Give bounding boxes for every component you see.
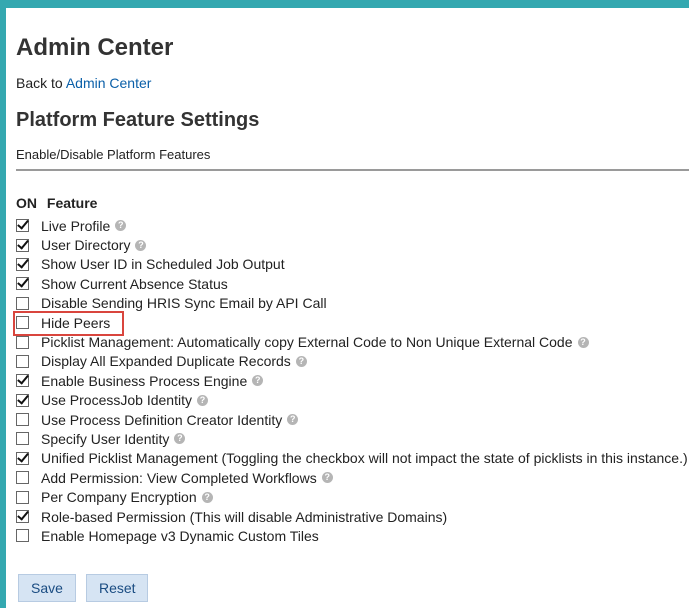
feature-checkbox[interactable] bbox=[16, 277, 29, 291]
feature-row: Per Company Encryption? bbox=[16, 487, 688, 506]
help-icon[interactable]: ? bbox=[115, 220, 127, 232]
feature-row: Enable Homepage v3 Dynamic Custom Tiles bbox=[16, 526, 688, 545]
feature-checkbox[interactable] bbox=[16, 316, 29, 330]
feature-label: Role-based Permission (This will disable… bbox=[41, 508, 448, 525]
feature-row: Specify User Identity? bbox=[16, 429, 688, 448]
feature-label: Use ProcessJob Identity bbox=[41, 392, 192, 409]
feature-label: User Directory bbox=[41, 237, 131, 254]
feature-checkbox[interactable] bbox=[16, 296, 29, 310]
column-header-on: ON bbox=[16, 195, 37, 211]
feature-row: User Directory? bbox=[16, 235, 688, 254]
feature-checkbox[interactable] bbox=[16, 374, 29, 388]
feature-row: Picklist Management: Automatically copy … bbox=[16, 332, 688, 351]
feature-label: Enable Business Process Engine bbox=[41, 372, 248, 389]
feature-checkbox[interactable] bbox=[16, 257, 29, 271]
feature-row: Hide Peers bbox=[13, 310, 688, 336]
feature-checkbox[interactable] bbox=[16, 471, 29, 485]
feature-label: Show User ID in Scheduled Job Output bbox=[41, 256, 285, 273]
feature-label: Show Current Absence Status bbox=[41, 275, 228, 292]
feature-checkbox[interactable] bbox=[16, 451, 29, 465]
feature-row: Enable Business Process Engine? bbox=[16, 371, 688, 390]
feature-list: Live Profile? User Directory? Show User ID… bbox=[13, 216, 688, 546]
feature-label: Picklist Management: Automatically copy … bbox=[41, 334, 573, 351]
feature-label: Unified Picklist Management (Toggling th… bbox=[41, 450, 688, 467]
column-header-feature: Feature bbox=[46, 195, 98, 211]
feature-label: Specify User Identity bbox=[41, 430, 170, 447]
feature-checkbox[interactable] bbox=[16, 413, 29, 427]
back-link-row: Back to Admin Center bbox=[16, 75, 151, 91]
feature-label: Enable Homepage v3 Dynamic Custom Tiles bbox=[41, 527, 319, 544]
feature-label: Disable Sending HRIS Sync Email by API C… bbox=[41, 295, 327, 312]
back-prefix: Back to bbox=[16, 75, 63, 91]
feature-row: Show User ID in Scheduled Job Output bbox=[16, 255, 688, 274]
feature-row: Use ProcessJob Identity? bbox=[16, 391, 688, 410]
admin-center-link[interactable]: Admin Center bbox=[66, 75, 152, 91]
feature-row: Unified Picklist Management (Toggling th… bbox=[16, 449, 688, 468]
feature-label: Add Permission: View Completed Workflows bbox=[41, 469, 317, 486]
reset-button[interactable]: Reset bbox=[86, 574, 148, 602]
help-icon[interactable]: ? bbox=[135, 239, 147, 251]
help-icon[interactable]: ? bbox=[287, 414, 299, 426]
feature-checkbox[interactable] bbox=[16, 510, 29, 524]
feature-row: Role-based Permission (This will disable… bbox=[16, 507, 688, 526]
feature-checkbox[interactable] bbox=[16, 490, 29, 504]
feature-label: Per Company Encryption bbox=[41, 489, 197, 506]
feature-row: Use Process Definition Creator Identity? bbox=[16, 410, 688, 429]
feature-row: Disable Sending HRIS Sync Email by API C… bbox=[16, 294, 688, 313]
feature-row: Show Current Absence Status bbox=[16, 274, 688, 293]
feature-label: Live Profile bbox=[41, 217, 111, 234]
feature-label: Use Process Definition Creator Identity bbox=[41, 411, 283, 428]
feature-row: Live Profile? bbox=[16, 216, 688, 235]
help-icon[interactable]: ? bbox=[321, 472, 333, 484]
help-icon[interactable]: ? bbox=[252, 375, 264, 387]
help-icon[interactable]: ? bbox=[196, 394, 208, 406]
admin-panel: Admin Center Back to Admin Center Platfo… bbox=[6, 8, 689, 608]
section-title: Platform Feature Settings bbox=[16, 109, 260, 131]
page-title: Admin Center bbox=[16, 34, 174, 61]
feature-checkbox[interactable] bbox=[16, 529, 29, 543]
section-subtitle: Enable/Disable Platform Features bbox=[16, 147, 211, 162]
feature-row: Display All Expanded Duplicate Records? bbox=[16, 352, 688, 371]
save-button[interactable]: Save bbox=[18, 574, 76, 602]
feature-label: Hide Peers bbox=[41, 314, 111, 331]
feature-label: Display All Expanded Duplicate Records bbox=[41, 353, 291, 370]
feature-row: Add Permission: View Completed Workflows… bbox=[16, 468, 688, 487]
feature-table-header: ON Feature bbox=[16, 195, 97, 211]
feature-checkbox[interactable] bbox=[16, 354, 29, 368]
help-icon[interactable]: ? bbox=[295, 355, 307, 367]
feature-checkbox[interactable] bbox=[16, 219, 29, 233]
help-icon[interactable]: ? bbox=[577, 336, 589, 348]
feature-checkbox[interactable] bbox=[16, 393, 29, 407]
feature-checkbox[interactable] bbox=[16, 238, 29, 252]
divider bbox=[16, 169, 689, 171]
help-icon[interactable]: ? bbox=[201, 491, 213, 503]
help-icon[interactable]: ? bbox=[174, 433, 186, 445]
feature-checkbox[interactable] bbox=[16, 335, 29, 349]
feature-checkbox[interactable] bbox=[16, 432, 29, 446]
